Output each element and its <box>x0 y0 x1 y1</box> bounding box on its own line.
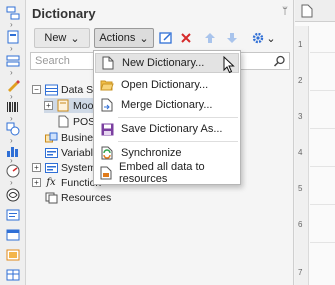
document-icon <box>301 4 313 18</box>
ruler-number: 3 <box>298 112 303 121</box>
expand-icon[interactable]: + <box>44 101 53 110</box>
ruler-number: 5 <box>298 184 303 193</box>
system-variables-icon <box>44 161 58 174</box>
delete-icon[interactable] <box>178 30 194 46</box>
synchronize-icon <box>99 145 115 161</box>
ruler-number: 6 <box>298 220 303 229</box>
embed-resources-icon <box>99 165 113 181</box>
open-folder-icon <box>99 77 115 93</box>
tree-item-functions[interactable]: + fx Function <box>32 175 101 190</box>
chevron-right-icon[interactable]: › <box>10 45 16 53</box>
panel-title: Dictionary <box>32 6 96 21</box>
menu-item-open-dictionary[interactable]: Open Dictionary... <box>95 75 239 95</box>
ruler-number: 4 <box>298 148 303 157</box>
menu-separator <box>118 141 238 142</box>
dictionary-toolbar: New ⌄ Actions ⌄ ⌄ <box>30 28 292 48</box>
chevron-right-icon[interactable]: › <box>10 179 16 187</box>
left-toolbox-strip: › › › › › › › › <box>0 0 26 285</box>
new-button[interactable]: New ⌄ <box>34 28 90 48</box>
table-icon[interactable] <box>5 268 21 282</box>
ruler-number: 2 <box>298 76 303 85</box>
menu-item-label: New Dictionary... <box>122 57 205 69</box>
data-source-icon <box>44 83 58 96</box>
expand-icon[interactable]: + <box>32 178 41 187</box>
page-icon[interactable] <box>5 30 21 44</box>
chevron-down-icon: ⌄ <box>139 32 149 45</box>
save-icon <box>99 121 115 137</box>
shapes-icon[interactable] <box>5 122 21 136</box>
menu-item-label: Embed all data to resources <box>119 161 205 185</box>
pencil-icon[interactable] <box>5 78 21 92</box>
chevron-right-icon[interactable]: › <box>10 21 16 29</box>
menu-item-label: Open Dictionary... <box>121 79 209 91</box>
grid-line <box>310 90 335 91</box>
business-objects-icon <box>44 131 58 144</box>
actions-button[interactable]: Actions ⌄ <box>94 28 154 48</box>
move-down-icon[interactable] <box>224 30 240 46</box>
report-designer-area: 1 2 3 4 5 6 7 <box>295 0 335 285</box>
mouse-cursor-icon <box>223 56 235 74</box>
menu-item-label: Save Dictionary As... <box>121 123 223 135</box>
barcode-icon[interactable] <box>5 100 21 114</box>
database-icon <box>56 99 70 112</box>
resources-icon <box>44 191 58 204</box>
image-icon[interactable] <box>5 248 21 262</box>
actions-dropdown-menu: New Dictionary... Open Dictionary... Mer… <box>93 50 241 185</box>
band-icon[interactable] <box>5 54 21 68</box>
grid-line <box>310 52 335 53</box>
variables-icon <box>44 146 58 159</box>
pin-icon[interactable]: ᛘ <box>282 6 288 17</box>
grid-line <box>310 242 335 243</box>
grid-line <box>310 128 335 129</box>
document-icon <box>56 115 70 128</box>
search-icon[interactable] <box>273 55 286 68</box>
menu-item-label: Merge Dictionary... <box>121 99 213 111</box>
new-button-label: New <box>44 32 67 44</box>
chevron-right-icon[interactable]: › <box>10 69 16 77</box>
chart-icon[interactable] <box>5 144 21 158</box>
move-up-icon[interactable] <box>202 30 218 46</box>
vertical-ruler: 1 2 3 4 5 6 7 <box>295 26 309 285</box>
text-box-icon[interactable] <box>5 208 21 222</box>
edit-dictionary-icon[interactable] <box>158 30 174 46</box>
chevron-down-icon[interactable]: ⌄ <box>266 30 276 46</box>
grid-line <box>310 166 335 167</box>
panel-icon[interactable] <box>5 228 21 242</box>
actions-button-label: Actions <box>99 32 136 44</box>
tree-item-label: Resources <box>61 191 112 204</box>
collapse-icon[interactable]: − <box>32 85 41 94</box>
ruler-number: 7 <box>298 268 303 277</box>
menu-item-new-dictionary[interactable]: New Dictionary... <box>95 53 239 73</box>
expand-icon[interactable]: + <box>32 163 41 172</box>
grid-line <box>310 204 335 205</box>
report-tree-icon[interactable] <box>5 6 21 20</box>
report-tab[interactable] <box>295 0 335 22</box>
menu-item-label: Synchronize <box>121 147 182 159</box>
gauge-icon[interactable] <box>5 164 21 178</box>
settings-icon[interactable] <box>250 30 266 46</box>
menu-item-save-dictionary-as[interactable]: Save Dictionary As... <box>95 119 239 139</box>
map-icon[interactable] <box>5 188 21 202</box>
menu-item-merge-dictionary[interactable]: Merge Dictionary... <box>95 95 239 115</box>
menu-separator <box>118 117 238 118</box>
new-document-icon <box>100 55 116 71</box>
ruler-number: 1 <box>298 40 303 49</box>
merge-document-icon <box>99 97 115 113</box>
function-icon: fx <box>46 177 56 188</box>
menu-item-synchronize[interactable]: Synchronize <box>95 143 239 163</box>
chevron-down-icon: ⌄ <box>70 32 80 45</box>
menu-item-embed-resources[interactable]: Embed all data to resources <box>95 161 239 185</box>
tree-item-resources[interactable]: Resources <box>44 190 111 205</box>
